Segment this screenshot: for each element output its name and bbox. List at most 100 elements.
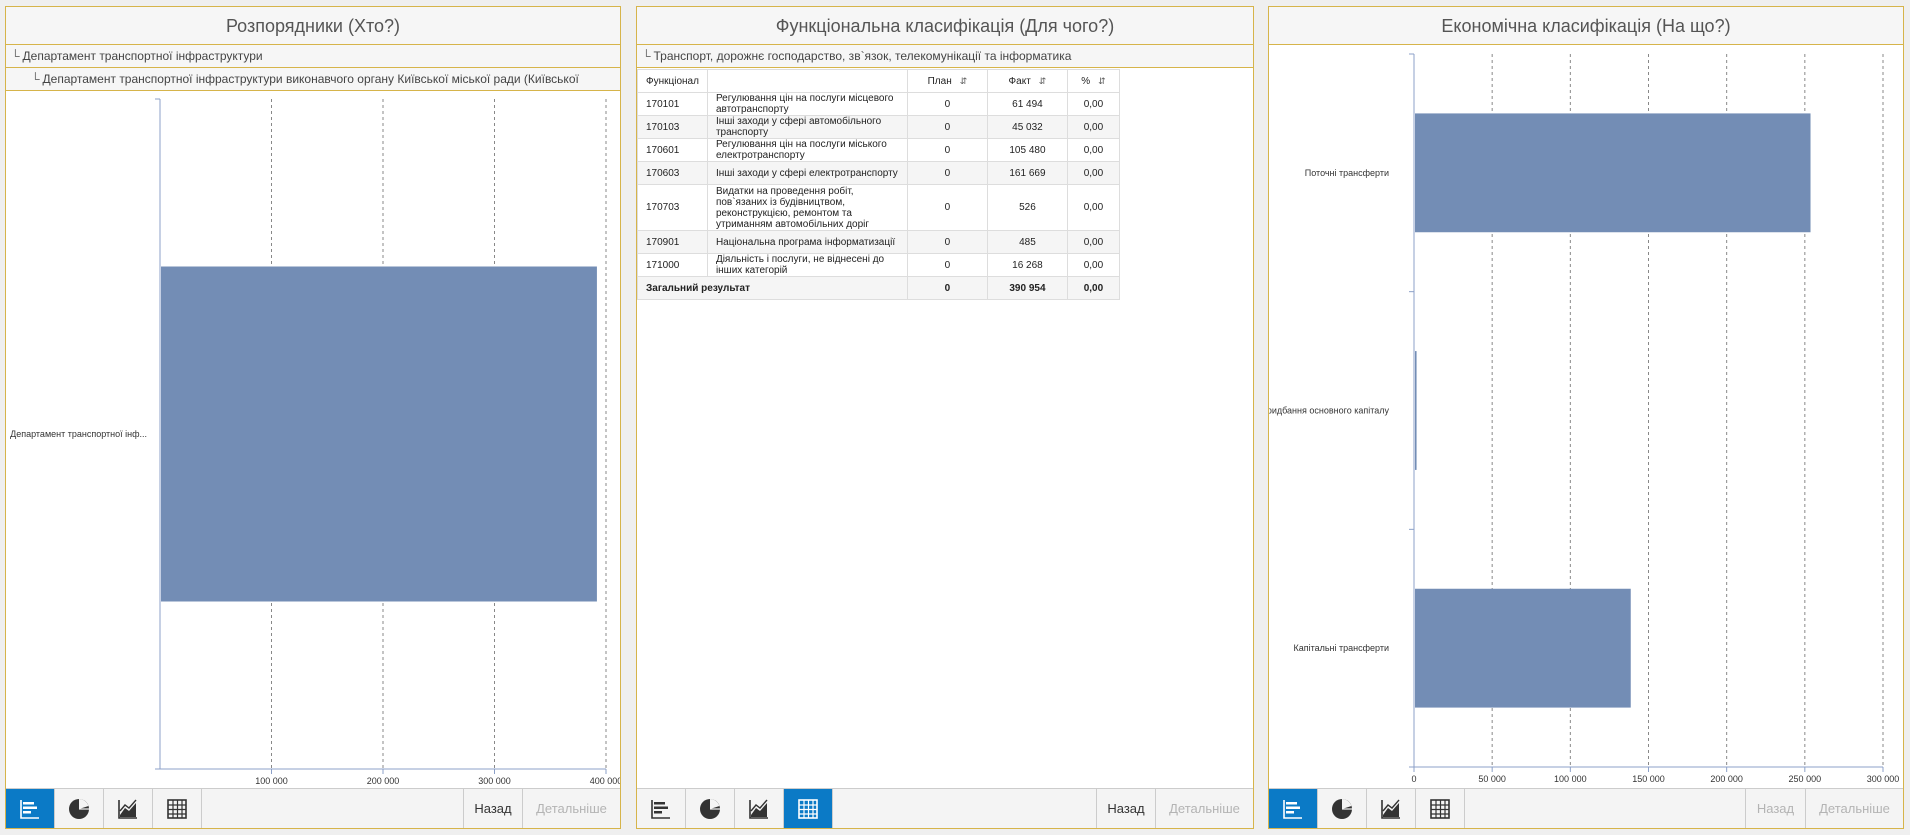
area-chart-view-button[interactable] (1367, 789, 1416, 828)
breadcrumb-label: Департамент транспортної інфраструктури … (42, 72, 579, 86)
table-row[interactable]: 170901 Національна програма інформатизаці… (637, 230, 1120, 254)
who-category-label: Департамент транспортної інф... (10, 429, 147, 439)
details-button[interactable]: Детальніше (1155, 789, 1253, 828)
column-header-plan[interactable]: План ⇵ (906, 69, 988, 93)
breadcrumb-level-1[interactable]: └ Транспорт, дорожнє господарство, зв`язо… (637, 45, 1253, 68)
breadcrumb-level-1[interactable]: └ Департамент транспортної інфраструктури (6, 45, 620, 68)
total-label: Загальний результат (637, 276, 908, 300)
cell-percent: 0,00 (1066, 138, 1120, 162)
x-tick-label: 100 000 (255, 776, 288, 786)
details-button[interactable]: Детальніше (522, 789, 620, 828)
total-plan: 0 (906, 276, 988, 300)
table-row[interactable]: 170703 Видатки на проведення робіт, пов`я… (637, 184, 1120, 231)
area-chart-icon (118, 799, 137, 819)
table-total-row: Загальний результат 0 390 954 0,00 (637, 276, 1120, 300)
column-header-name[interactable] (706, 69, 908, 93)
bar-chart-view-button[interactable] (637, 789, 686, 828)
table-icon (1430, 798, 1450, 819)
panel-title: Функціональна класифікація (Для чого?) (637, 7, 1253, 45)
panel-toolbar: Назад Детальніше (6, 788, 620, 828)
cell-plan: 0 (906, 161, 988, 185)
economic-bar (1415, 351, 1417, 470)
sort-icon[interactable]: ⇵ (1039, 76, 1047, 87)
column-header-percent[interactable]: % ⇵ (1066, 69, 1120, 93)
cell-code: 170103 (637, 115, 708, 139)
area-chart-view-button[interactable] (735, 789, 784, 828)
breadcrumb-level-2[interactable]: └ Департамент транспортної інфраструктури… (6, 68, 620, 91)
pie-chart-icon (700, 798, 720, 819)
cell-fact: 16 268 (986, 253, 1068, 277)
table-view-button[interactable] (1416, 789, 1465, 828)
details-button[interactable]: Детальніше (1805, 789, 1903, 828)
x-tick-label: 100 000 (1554, 774, 1587, 784)
cell-percent: 0,00 (1066, 253, 1120, 277)
panel-toolbar: Назад Детальніше (1269, 788, 1903, 828)
cell-fact: 61 494 (986, 92, 1068, 116)
panel-title: Розпорядники (Хто?) (6, 7, 620, 45)
back-button[interactable]: Назад (1745, 789, 1805, 828)
breadcrumb-label: Транспорт, дорожнє господарство, зв`язок… (653, 49, 1072, 63)
table-icon (167, 798, 187, 819)
column-header-fact[interactable]: Факт ⇵ (986, 69, 1068, 93)
x-tick-label: 250 000 (1789, 774, 1822, 784)
cell-plan: 0 (906, 115, 988, 139)
table-view-button[interactable] (784, 789, 833, 828)
table-area: Функціонал План ⇵ Факт ⇵ % ⇵ 170101 Регулюва… (637, 69, 1253, 788)
table-view-button[interactable] (153, 789, 202, 828)
sort-icon[interactable]: ⇵ (1098, 76, 1106, 87)
bar-chart-view-button[interactable] (6, 789, 55, 828)
total-fact: 390 954 (986, 276, 1068, 300)
cell-fact: 526 (986, 184, 1068, 231)
economic-bar (1415, 588, 1631, 708)
cell-plan: 0 (906, 253, 988, 277)
pie-chart-view-button[interactable] (55, 789, 104, 828)
pie-chart-view-button[interactable] (686, 789, 735, 828)
table-row[interactable]: 170601 Регулювання цін на послуги міськог… (637, 138, 1120, 162)
cell-plan: 0 (906, 230, 988, 254)
cell-name: Регулювання цін на послуги місцевого авт… (706, 92, 908, 116)
x-tick-label: 200 000 (367, 776, 400, 786)
cell-code: 170901 (637, 230, 708, 254)
cell-plan: 0 (906, 138, 988, 162)
back-button[interactable]: Назад (1096, 789, 1155, 828)
area-chart-icon (749, 799, 768, 819)
panel-title: Економічна класифікація (На що?) (1269, 7, 1903, 45)
panel-function: Функціональна класифікація (Для чого?) └… (636, 6, 1254, 829)
breadcrumb-arrow: └ (11, 49, 20, 63)
panel-economic: Економічна класифікація (На що?) 0 50 000… (1268, 6, 1904, 829)
area-chart-view-button[interactable] (104, 789, 153, 828)
cell-percent: 0,00 (1066, 184, 1120, 231)
chart-area-who: 100 000 200 000 300 000 400 000 Департамент … (6, 93, 620, 788)
cell-plan: 0 (906, 184, 988, 231)
sort-icon[interactable]: ⇵ (960, 76, 968, 87)
x-tick-label: 150 000 (1632, 774, 1665, 784)
cell-fact: 161 669 (986, 161, 1068, 185)
cell-plan: 0 (906, 92, 988, 116)
chart-area-economic: 0 50 000 100 000 150 000 200 000 250 000 300 0… (1269, 46, 1903, 788)
x-tick-label: 300 000 (478, 776, 511, 786)
cell-name: Інші заходи у сфері автомобільного транс… (706, 115, 908, 139)
table-row[interactable]: 171000 Діяльність і послуги, не віднесені… (637, 253, 1120, 277)
cell-name: Інші заходи у сфері електротранспорту (706, 161, 908, 185)
x-tick-label: 400 000 (590, 776, 620, 786)
back-button[interactable]: Назад (463, 789, 522, 828)
breadcrumb-label: Департамент транспортної інфраструктури (22, 49, 263, 63)
pie-chart-icon (69, 798, 89, 819)
cell-percent: 0,00 (1066, 115, 1120, 139)
column-header-code[interactable]: Функціонал (637, 69, 708, 93)
economic-category-label: Капітальні трансферти (1293, 643, 1389, 653)
pie-chart-view-button[interactable] (1318, 789, 1367, 828)
who-bar (161, 266, 597, 602)
breadcrumb-arrow: └ (642, 49, 651, 63)
bar-chart-view-button[interactable] (1269, 789, 1318, 828)
table-row[interactable]: 170103 Інші заходи у сфері автомобільного… (637, 115, 1120, 139)
cell-fact: 485 (986, 230, 1068, 254)
economic-category-label: Поточні трансферти (1305, 168, 1389, 178)
economic-bar (1415, 113, 1811, 233)
table-row[interactable]: 170101 Регулювання цін на послуги місцево… (637, 92, 1120, 116)
area-chart-icon (1381, 799, 1400, 819)
cell-name: Регулювання цін на послуги міського елек… (706, 138, 908, 162)
cell-code: 170601 (637, 138, 708, 162)
cell-fact: 45 032 (986, 115, 1068, 139)
table-row[interactable]: 170603 Інші заходи у сфері електротранспо… (637, 161, 1120, 185)
